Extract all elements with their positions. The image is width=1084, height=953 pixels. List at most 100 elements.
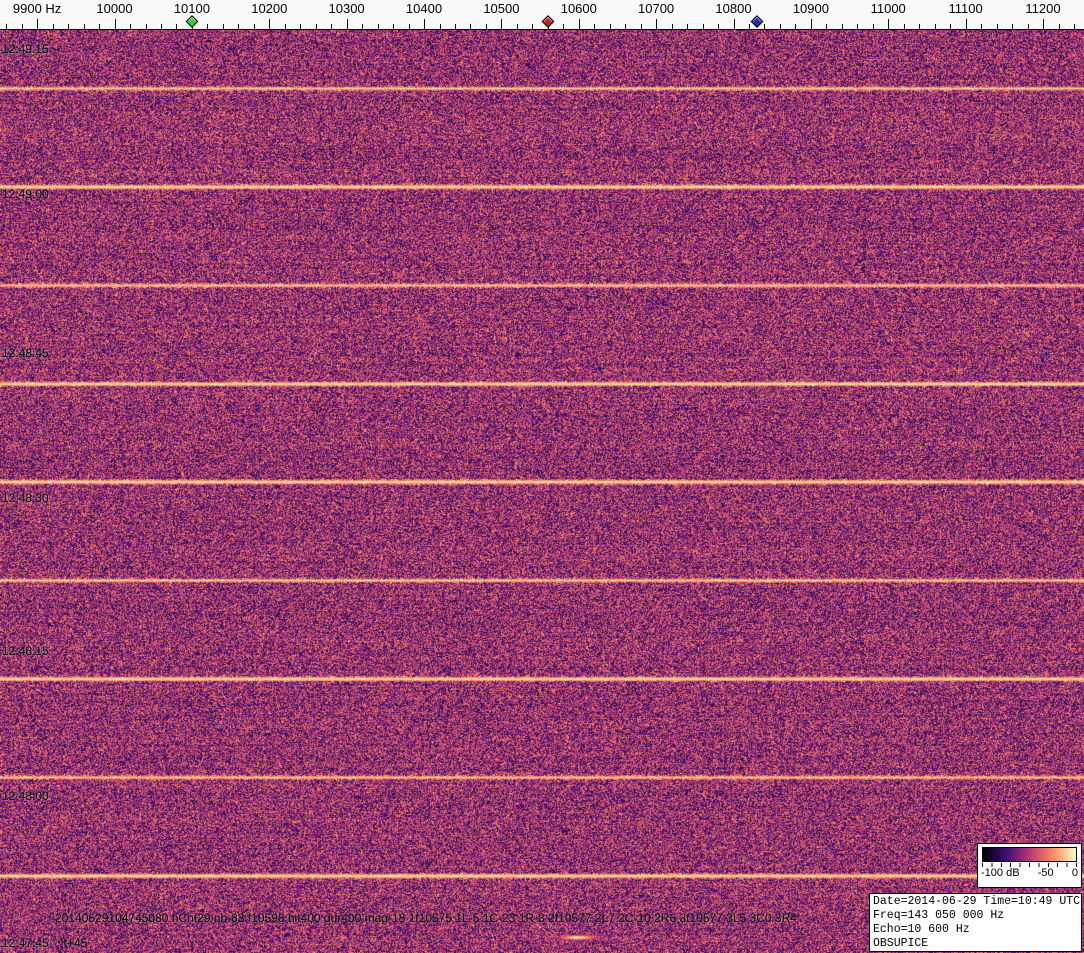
ruler-tick bbox=[470, 24, 472, 29]
ruler-tick bbox=[160, 24, 162, 29]
ruler-tick bbox=[795, 24, 797, 29]
ruler-tick bbox=[903, 24, 905, 29]
spectrogram-area: 12:49:15 12:49:00 12:48:45 12:48:30 12:48:15… bbox=[0, 30, 1084, 953]
ruler-tick bbox=[21, 24, 23, 29]
red-diamond-marker-icon[interactable] bbox=[541, 15, 555, 28]
ruler-tick bbox=[656, 19, 658, 29]
ruler-tick bbox=[393, 24, 395, 29]
ruler-tick bbox=[563, 24, 565, 29]
ruler-tick bbox=[779, 24, 781, 29]
time-label: 12:47:45 bbox=[2, 936, 49, 950]
ruler-tick bbox=[6, 24, 8, 29]
detection-stats-line: 20140629104745080 hCnt29 nb-83 f10598 hi… bbox=[55, 911, 797, 925]
ruler-tick bbox=[981, 24, 983, 29]
ruler-tick bbox=[532, 24, 534, 29]
ruler-tick bbox=[718, 24, 719, 29]
ruler-tick bbox=[83, 24, 85, 29]
frequency-tick-label: 10700 bbox=[638, 1, 675, 16]
frequency-tick-label: 10900 bbox=[792, 1, 829, 16]
frequency-ruler[interactable]: 9900 Hz 10000 10100 10200 10300 10400 10500 106… bbox=[0, 0, 1084, 30]
frequency-tick-label: 11100 bbox=[948, 1, 983, 16]
ruler-tick bbox=[764, 24, 766, 29]
ruler-tick bbox=[1043, 19, 1044, 29]
ruler-tick bbox=[516, 24, 518, 29]
db-mid-label: -50 bbox=[1037, 867, 1054, 879]
frequency-tick-label: 10000 bbox=[96, 1, 133, 16]
ruler-tick bbox=[671, 24, 673, 29]
frequency-tick-label: 11000 bbox=[870, 1, 906, 16]
frequency-tick-label: 10600 bbox=[560, 1, 597, 16]
ruler-tick bbox=[687, 24, 689, 29]
ruler-tick bbox=[68, 24, 70, 29]
ruler-tick bbox=[377, 24, 379, 29]
blue-diamond-marker-icon[interactable] bbox=[750, 15, 764, 28]
db-scale-legend: -100 dB -50 0 bbox=[977, 843, 1082, 888]
frequency-tick-label: 9900 Hz bbox=[12, 1, 62, 16]
ruler-tick bbox=[284, 24, 286, 29]
date-time-line: Date=2014-06-29 Time=10:49 UTC bbox=[873, 895, 1081, 908]
time-label: 12:49:00 bbox=[2, 187, 49, 201]
spectrogram-canvas[interactable] bbox=[0, 30, 1084, 953]
ruler-tick bbox=[702, 24, 704, 29]
ruler-tick bbox=[331, 24, 333, 29]
ruler-tick bbox=[408, 24, 410, 29]
ruler-tick bbox=[300, 24, 302, 29]
ruler-tick bbox=[888, 19, 890, 29]
time-label: 12:49:15 bbox=[2, 42, 49, 56]
green-diamond-marker-icon[interactable] bbox=[185, 15, 199, 28]
ruler-tick bbox=[485, 24, 487, 29]
ruler-tick bbox=[269, 19, 271, 29]
time-label: 12:48:45 bbox=[2, 346, 49, 360]
ruler-tick bbox=[749, 24, 750, 29]
ruler-tick bbox=[1058, 24, 1060, 29]
observation-info-panel: Date=2014-06-29 Time=10:49 UTC Freq=143 … bbox=[869, 893, 1082, 952]
ruler-tick bbox=[857, 24, 859, 29]
ruler-tick bbox=[238, 24, 240, 29]
frequency-tick-label: 10500 bbox=[483, 1, 520, 16]
ruler-tick bbox=[362, 24, 364, 29]
frequency-tick-label: 11200 bbox=[1025, 1, 1061, 16]
ruler-tick bbox=[99, 24, 100, 29]
ruler-tick bbox=[1012, 24, 1013, 29]
ruler-tick bbox=[1073, 24, 1075, 29]
time-label: 12:48:30 bbox=[2, 491, 49, 505]
ruler-tick bbox=[872, 24, 874, 29]
ruler-tick bbox=[826, 24, 828, 29]
time-label: 12:48:00 bbox=[2, 789, 49, 803]
ruler-tick bbox=[222, 24, 224, 29]
echo-frequency-line: Echo=10 600 Hz bbox=[873, 923, 970, 936]
ruler-tick bbox=[625, 24, 627, 29]
time-axis-note: ^t+45 bbox=[58, 936, 88, 950]
radar-frequency-line: Freq=143 050 000 Hz bbox=[873, 909, 1005, 922]
ruler-tick bbox=[733, 19, 735, 29]
frequency-tick-label: 10400 bbox=[405, 1, 443, 16]
db-max-label: 0 bbox=[1071, 867, 1078, 879]
ruler-tick bbox=[578, 19, 580, 29]
ruler-tick bbox=[841, 24, 843, 29]
ruler-tick bbox=[950, 24, 952, 29]
ruler-tick bbox=[114, 19, 116, 29]
ruler-tick bbox=[1027, 24, 1029, 29]
ruler-tick bbox=[346, 19, 348, 29]
frequency-tick-label: 10100 bbox=[173, 1, 210, 16]
frequency-tick-label: 10300 bbox=[328, 1, 365, 16]
ruler-tick bbox=[609, 24, 611, 29]
ruler-tick bbox=[424, 19, 425, 29]
ruler-tick bbox=[207, 24, 209, 29]
ruler-tick bbox=[253, 24, 255, 29]
db-scale-labels: -100 dB -50 0 bbox=[978, 867, 1081, 880]
ruler-tick bbox=[640, 24, 642, 29]
ruler-tick bbox=[996, 24, 998, 29]
ruler-tick bbox=[810, 19, 812, 29]
ruler-tick bbox=[934, 24, 936, 29]
time-label: 12:48:15 bbox=[2, 644, 49, 658]
ruler-tick bbox=[594, 24, 596, 29]
ruler-tick bbox=[439, 24, 441, 29]
observatory-name-line: OBSUPICE bbox=[873, 937, 929, 950]
ruler-tick bbox=[965, 19, 967, 29]
ruler-tick bbox=[501, 19, 503, 29]
ruler-tick bbox=[52, 24, 54, 29]
ruler-tick bbox=[176, 24, 178, 29]
ruler-tick bbox=[919, 24, 921, 29]
db-min-label: -100 dB bbox=[981, 867, 1020, 879]
